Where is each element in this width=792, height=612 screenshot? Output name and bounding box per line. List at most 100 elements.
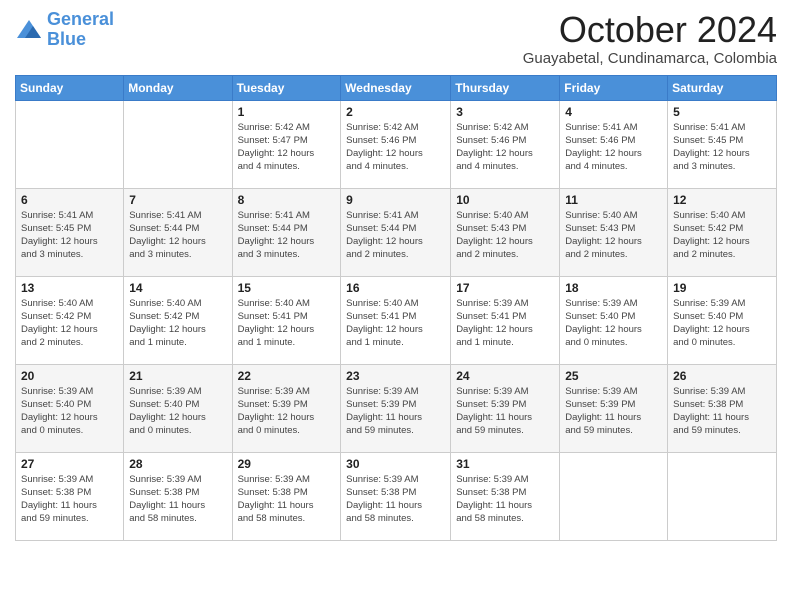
day-info: Sunrise: 5:39 AM Sunset: 5:40 PM Dayligh…: [565, 297, 662, 350]
day-number: 31: [456, 457, 554, 471]
day-cell: 2 Sunrise: 5:42 AM Sunset: 5:46 PM Daylig…: [341, 100, 451, 188]
page-header: General Blue October 2024 Guayabetal, Cu…: [15, 10, 777, 67]
day-cell: [124, 100, 232, 188]
day-cell: 23 Sunrise: 5:39 AM Sunset: 5:39 PM Dayli…: [341, 364, 451, 452]
day-info: Sunrise: 5:40 AM Sunset: 5:43 PM Dayligh…: [456, 209, 554, 262]
day-info: Sunrise: 5:39 AM Sunset: 5:38 PM Dayligh…: [129, 473, 226, 526]
day-number: 13: [21, 281, 118, 295]
day-number: 5: [673, 105, 771, 119]
logo-icon: [15, 18, 43, 42]
day-cell: [560, 452, 668, 540]
day-number: 6: [21, 193, 118, 207]
header-friday: Friday: [560, 75, 668, 100]
day-info: Sunrise: 5:42 AM Sunset: 5:46 PM Dayligh…: [456, 121, 554, 174]
day-cell: 15 Sunrise: 5:40 AM Sunset: 5:41 PM Dayli…: [232, 276, 341, 364]
day-number: 28: [129, 457, 226, 471]
day-number: 4: [565, 105, 662, 119]
day-info: Sunrise: 5:39 AM Sunset: 5:38 PM Dayligh…: [21, 473, 118, 526]
day-number: 26: [673, 369, 771, 383]
day-number: 14: [129, 281, 226, 295]
logo-blue: Blue: [47, 29, 86, 49]
day-number: 21: [129, 369, 226, 383]
week-row-5: 27Sunrise: 5:39 AM Sunset: 5:38 PM Dayli…: [16, 452, 777, 540]
week-row-4: 20 Sunrise: 5:39 AM Sunset: 5:40 PM Dayli…: [16, 364, 777, 452]
day-cell: 19Sunrise: 5:39 AM Sunset: 5:40 PM Dayli…: [668, 276, 777, 364]
day-number: 15: [238, 281, 336, 295]
day-cell: [668, 452, 777, 540]
header-wednesday: Wednesday: [341, 75, 451, 100]
day-info: Sunrise: 5:39 AM Sunset: 5:40 PM Dayligh…: [21, 385, 118, 438]
day-cell: 21 Sunrise: 5:39 AM Sunset: 5:40 PM Dayli…: [124, 364, 232, 452]
day-info: Sunrise: 5:39 AM Sunset: 5:38 PM Dayligh…: [456, 473, 554, 526]
day-info: Sunrise: 5:39 AM Sunset: 5:40 PM Dayligh…: [129, 385, 226, 438]
day-cell: 8Sunrise: 5:41 AM Sunset: 5:44 PM Daylig…: [232, 188, 341, 276]
day-cell: 25 Sunrise: 5:39 AM Sunset: 5:39 PM Dayli…: [560, 364, 668, 452]
day-info: Sunrise: 5:40 AM Sunset: 5:41 PM Dayligh…: [238, 297, 336, 350]
day-number: 16: [346, 281, 445, 295]
day-cell: 31 Sunrise: 5:39 AM Sunset: 5:38 PM Dayli…: [451, 452, 560, 540]
day-number: 30: [346, 457, 445, 471]
calendar-header: SundayMondayTuesdayWednesdayThursdayFrid…: [16, 75, 777, 100]
day-number: 9: [346, 193, 445, 207]
day-cell: 29Sunrise: 5:39 AM Sunset: 5:38 PM Dayli…: [232, 452, 341, 540]
week-row-2: 6Sunrise: 5:41 AM Sunset: 5:45 PM Daylig…: [16, 188, 777, 276]
header-sunday: Sunday: [16, 75, 124, 100]
day-cell: 28 Sunrise: 5:39 AM Sunset: 5:38 PM Dayli…: [124, 452, 232, 540]
day-info: Sunrise: 5:39 AM Sunset: 5:38 PM Dayligh…: [238, 473, 336, 526]
day-cell: 17Sunrise: 5:39 AM Sunset: 5:41 PM Dayli…: [451, 276, 560, 364]
day-info: Sunrise: 5:39 AM Sunset: 5:39 PM Dayligh…: [238, 385, 336, 438]
day-info: Sunrise: 5:40 AM Sunset: 5:42 PM Dayligh…: [673, 209, 771, 262]
day-cell: 18 Sunrise: 5:39 AM Sunset: 5:40 PM Dayli…: [560, 276, 668, 364]
day-cell: 22 Sunrise: 5:39 AM Sunset: 5:39 PM Dayli…: [232, 364, 341, 452]
day-number: 20: [21, 369, 118, 383]
day-cell: 20 Sunrise: 5:39 AM Sunset: 5:40 PM Dayli…: [16, 364, 124, 452]
header-row: SundayMondayTuesdayWednesdayThursdayFrid…: [16, 75, 777, 100]
day-info: Sunrise: 5:39 AM Sunset: 5:38 PM Dayligh…: [673, 385, 771, 438]
day-info: Sunrise: 5:39 AM Sunset: 5:39 PM Dayligh…: [346, 385, 445, 438]
day-cell: 7Sunrise: 5:41 AM Sunset: 5:44 PM Daylig…: [124, 188, 232, 276]
day-info: Sunrise: 5:40 AM Sunset: 5:42 PM Dayligh…: [129, 297, 226, 350]
day-cell: 14 Sunrise: 5:40 AM Sunset: 5:42 PM Dayli…: [124, 276, 232, 364]
header-saturday: Saturday: [668, 75, 777, 100]
day-number: 10: [456, 193, 554, 207]
day-info: Sunrise: 5:41 AM Sunset: 5:44 PM Dayligh…: [129, 209, 226, 262]
day-number: 25: [565, 369, 662, 383]
day-info: Sunrise: 5:40 AM Sunset: 5:43 PM Dayligh…: [565, 209, 662, 262]
day-info: Sunrise: 5:41 AM Sunset: 5:46 PM Dayligh…: [565, 121, 662, 174]
title-block: October 2024 Guayabetal, Cundinamarca, C…: [523, 10, 777, 67]
day-info: Sunrise: 5:41 AM Sunset: 5:44 PM Dayligh…: [346, 209, 445, 262]
day-cell: [16, 100, 124, 188]
day-cell: 3 Sunrise: 5:42 AM Sunset: 5:46 PM Daylig…: [451, 100, 560, 188]
header-thursday: Thursday: [451, 75, 560, 100]
day-cell: 27Sunrise: 5:39 AM Sunset: 5:38 PM Dayli…: [16, 452, 124, 540]
header-tuesday: Tuesday: [232, 75, 341, 100]
calendar-body: 1Sunrise: 5:42 AM Sunset: 5:47 PM Daylig…: [16, 100, 777, 540]
day-number: 24: [456, 369, 554, 383]
day-number: 12: [673, 193, 771, 207]
day-info: Sunrise: 5:40 AM Sunset: 5:42 PM Dayligh…: [21, 297, 118, 350]
day-info: Sunrise: 5:39 AM Sunset: 5:40 PM Dayligh…: [673, 297, 771, 350]
day-info: Sunrise: 5:39 AM Sunset: 5:39 PM Dayligh…: [565, 385, 662, 438]
day-info: Sunrise: 5:39 AM Sunset: 5:39 PM Dayligh…: [456, 385, 554, 438]
subtitle: Guayabetal, Cundinamarca, Colombia: [523, 50, 777, 67]
day-number: 11: [565, 193, 662, 207]
day-number: 23: [346, 369, 445, 383]
day-info: Sunrise: 5:39 AM Sunset: 5:38 PM Dayligh…: [346, 473, 445, 526]
day-cell: 26 Sunrise: 5:39 AM Sunset: 5:38 PM Dayli…: [668, 364, 777, 452]
day-number: 2: [346, 105, 445, 119]
week-row-1: 1Sunrise: 5:42 AM Sunset: 5:47 PM Daylig…: [16, 100, 777, 188]
day-info: Sunrise: 5:42 AM Sunset: 5:46 PM Dayligh…: [346, 121, 445, 174]
day-cell: 12 Sunrise: 5:40 AM Sunset: 5:42 PM Dayli…: [668, 188, 777, 276]
day-number: 22: [238, 369, 336, 383]
day-cell: 24 Sunrise: 5:39 AM Sunset: 5:39 PM Dayli…: [451, 364, 560, 452]
day-number: 18: [565, 281, 662, 295]
day-cell: 5Sunrise: 5:41 AM Sunset: 5:45 PM Daylig…: [668, 100, 777, 188]
day-number: 1: [238, 105, 336, 119]
day-info: Sunrise: 5:40 AM Sunset: 5:41 PM Dayligh…: [346, 297, 445, 350]
day-cell: 1Sunrise: 5:42 AM Sunset: 5:47 PM Daylig…: [232, 100, 341, 188]
day-cell: 10 Sunrise: 5:40 AM Sunset: 5:43 PM Dayli…: [451, 188, 560, 276]
day-cell: 13 Sunrise: 5:40 AM Sunset: 5:42 PM Dayli…: [16, 276, 124, 364]
week-row-3: 13 Sunrise: 5:40 AM Sunset: 5:42 PM Dayli…: [16, 276, 777, 364]
logo-text: General Blue: [47, 10, 114, 50]
day-number: 3: [456, 105, 554, 119]
